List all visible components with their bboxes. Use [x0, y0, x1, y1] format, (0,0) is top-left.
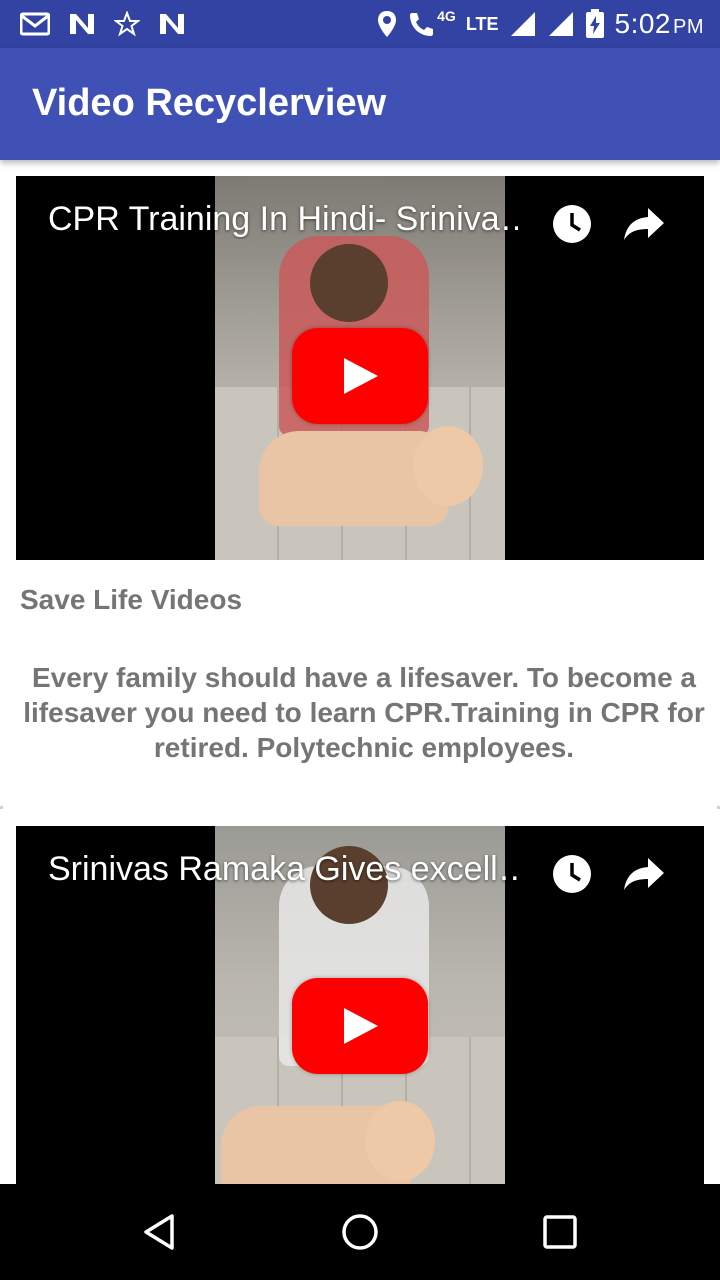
navigation-bar	[0, 1184, 720, 1280]
play-button[interactable]	[292, 978, 428, 1074]
signal-icon	[548, 12, 573, 36]
watch-later-icon[interactable]	[552, 204, 592, 244]
wifi-call-icon	[410, 13, 434, 36]
play-icon	[344, 1008, 378, 1044]
signal-icon	[510, 12, 535, 36]
video-title: CPR Training In Hindi- Sriniva…	[48, 200, 518, 238]
card-heading: Save Life Videos	[20, 584, 243, 615]
status-time: 5:02 PM	[614, 8, 704, 39]
network-sub-label: 4G	[437, 8, 456, 24]
back-icon[interactable]	[140, 1212, 180, 1252]
status-bar: 4G LTE 5:02 PM	[0, 0, 720, 48]
location-icon	[378, 11, 397, 37]
play-icon	[344, 358, 378, 394]
youtube-player[interactable]: Srinivas Ramaka Gives excell…	[16, 826, 704, 1184]
system-icons: 4G LTE 5:02 PM	[377, 8, 704, 40]
app-toolbar: Video Recyclerview	[0, 48, 720, 160]
card-divider	[0, 806, 3, 809]
video-card: Srinivas Ramaka Gives excell…	[0, 810, 720, 1184]
battery-charging-icon	[585, 9, 604, 38]
recents-icon[interactable]	[540, 1212, 580, 1252]
home-icon[interactable]	[340, 1212, 380, 1252]
notification-icons	[20, 8, 186, 40]
network-label: LTE	[465, 13, 499, 34]
play-button[interactable]	[292, 328, 428, 424]
video-title: Srinivas Ramaka Gives excell…	[48, 850, 518, 888]
video-recyclerview[interactable]: CPR Training In Hindi- Sriniva… Save Lif…	[0, 160, 720, 1184]
app-title: Video Recyclerview	[32, 82, 387, 124]
gmail-icon	[20, 12, 50, 36]
watch-later-icon[interactable]	[552, 854, 592, 894]
n-app-icon	[160, 14, 184, 34]
share-icon[interactable]	[622, 206, 666, 242]
share-icon[interactable]	[622, 856, 666, 892]
star-icon	[114, 11, 140, 37]
card-description: Every family should have a lifesaver. To…	[23, 662, 705, 763]
video-card: CPR Training In Hindi- Sriniva… Save Lif…	[0, 160, 720, 810]
n-app-icon	[70, 14, 94, 34]
youtube-player[interactable]: CPR Training In Hindi- Sriniva…	[16, 176, 704, 560]
